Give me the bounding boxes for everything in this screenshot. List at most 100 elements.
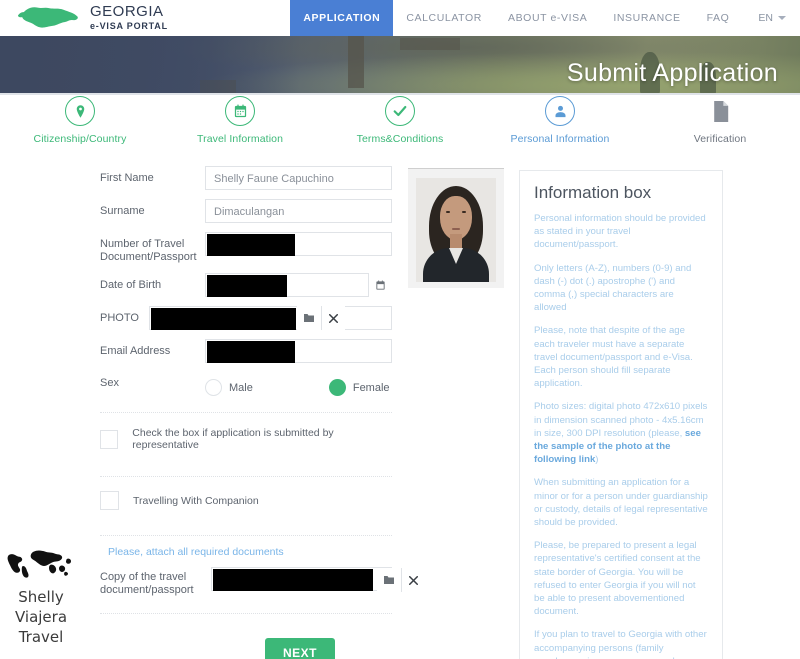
nav-item-insurance[interactable]: INSURANCE — [600, 0, 693, 36]
personal-information-form: First Name Shelly Faune Capuchino Surnam… — [100, 166, 426, 659]
chevron-down-icon — [778, 16, 786, 20]
nav-item-calculator[interactable]: CALCULATOR — [393, 0, 495, 36]
georgia-map-icon — [18, 7, 78, 28]
field-wrapper: Shelly Faune Capuchino — [205, 166, 392, 190]
nav-item-faq[interactable]: FAQ — [694, 0, 743, 36]
attachment-label: Copy of the travel document/passport — [100, 571, 194, 596]
step-label: Travel Information — [196, 133, 284, 145]
step-citizenship-country[interactable]: Citizenship/Country — [0, 96, 160, 158]
radio-female[interactable] — [328, 379, 346, 396]
photo-file-input[interactable] — [149, 306, 392, 330]
brand-title: GEORGIA — [90, 3, 164, 21]
hero-divider — [0, 93, 800, 95]
field-row-email: Email Address — [100, 339, 392, 363]
field-label: Sex — [100, 377, 119, 389]
checkbox-label: Check the box if application is submitte… — [132, 427, 334, 451]
field-row-surname: Surname Dimaculangan — [100, 199, 392, 223]
page-root: GEORGIA e-VISA PORTAL APPLICATION CALCUL… — [0, 0, 800, 659]
step-label: Terms&Conditions — [356, 133, 444, 145]
field-label: Date of Birth — [100, 279, 162, 291]
section-divider — [100, 535, 392, 536]
field-label: Surname — [100, 205, 145, 217]
map-pin-icon — [65, 96, 95, 126]
photo-paragraph-prefix: Photo sizes: digital photo 472x610 pixel… — [534, 401, 708, 439]
checkbox-companion[interactable] — [100, 491, 119, 510]
info-paragraph: Only letters (A-Z), numbers (0-9) and da… — [534, 262, 692, 314]
surname-input[interactable]: Dimaculangan — [205, 199, 392, 223]
checkbox-row-representative[interactable]: Check the box if application is submitte… — [100, 413, 392, 464]
radio-label-female: Female — [352, 381, 390, 394]
field-row-date-of-birth: Date of Birth — [100, 273, 392, 297]
clear-icon[interactable] — [321, 306, 345, 330]
watermark-line-2: Viajera — [14, 608, 68, 626]
nav-item-application[interactable]: APPLICATION — [290, 0, 394, 36]
language-selector[interactable]: EN — [742, 0, 800, 36]
step-personal-information[interactable]: Personal Information — [480, 96, 640, 158]
folder-icon[interactable] — [377, 568, 402, 592]
field-label: PHOTO — [100, 312, 139, 324]
email-input[interactable] — [205, 339, 392, 363]
nav-item-about-evisa[interactable]: ABOUT e-VISA — [495, 0, 600, 36]
information-box-title: Information box — [534, 183, 652, 202]
step-label: Personal Information — [510, 133, 610, 145]
redaction-bar — [207, 275, 287, 297]
checkbox-row-companion[interactable]: Travelling With Companion — [100, 477, 392, 523]
check-icon — [385, 96, 415, 126]
checkbox-representative[interactable] — [100, 429, 119, 449]
step-verification[interactable]: Verification — [640, 96, 800, 158]
step-label: Verification — [693, 133, 747, 145]
redaction-bar — [151, 308, 296, 330]
hero-tower-decor — [400, 38, 460, 50]
folder-icon[interactable] — [297, 306, 321, 330]
passport-number-input[interactable] — [205, 232, 392, 256]
field-label: Number of Travel Document/Passport — [100, 238, 197, 263]
language-label: EN — [758, 12, 773, 24]
field-wrapper — [149, 306, 392, 330]
first-name-input[interactable]: Shelly Faune Capuchino — [205, 166, 392, 190]
hero-banner: Submit Application — [0, 36, 800, 94]
next-button[interactable]: NEXT — [265, 638, 335, 659]
clear-icon[interactable] — [401, 568, 426, 592]
step-terms-conditions[interactable]: Terms&Conditions — [320, 96, 480, 158]
info-paragraph: When submitting an application for a min… — [534, 477, 708, 529]
brand-text: GEORGIA e-VISA PORTAL — [90, 4, 168, 31]
info-paragraph: Personal information should be provided … — [534, 213, 706, 251]
page-title: Submit Application — [566, 59, 778, 87]
top-navigation-bar: GEORGIA e-VISA PORTAL APPLICATION CALCUL… — [0, 0, 800, 36]
field-row-photo: PHOTO — [100, 306, 392, 330]
section-divider — [100, 613, 392, 614]
radio-male[interactable] — [205, 379, 222, 396]
hero-overlay — [0, 36, 300, 94]
information-box: Information box Personal information sho… — [519, 170, 723, 659]
field-wrapper — [205, 339, 392, 363]
calendar-icon[interactable] — [368, 273, 392, 297]
progress-stepper: Citizenship/Country Travel Information T… — [0, 96, 800, 158]
passport-copy-file-input[interactable] — [211, 567, 426, 592]
watermark-line-3: Travel — [18, 628, 64, 646]
world-map-icon — [7, 550, 71, 578]
field-wrapper: Dimaculangan — [205, 199, 392, 223]
hero-tower-decor — [348, 36, 364, 88]
applicant-photo-image — [416, 178, 496, 282]
calendar-icon — [225, 96, 255, 126]
redaction-bar — [213, 569, 374, 591]
step-travel-information[interactable]: Travel Information — [160, 96, 320, 158]
attachment-row-passport-copy: Copy of the travel document/passport — [100, 567, 426, 597]
step-label: Citizenship/Country — [33, 133, 127, 145]
brand-logo[interactable]: GEORGIA e-VISA PORTAL — [0, 3, 168, 33]
photo-mouth — [452, 228, 460, 230]
watermark-line-1: Shelly — [18, 588, 64, 606]
info-paragraph: Please, note that despite of the age eac… — [534, 325, 693, 390]
applicant-photo-preview — [408, 168, 504, 288]
field-wrapper — [205, 232, 392, 256]
info-paragraph-photo-sizes: Photo sizes: digital photo 472x610 pixel… — [534, 400, 708, 466]
sex-radio-group: Male Female — [205, 379, 392, 396]
photo-eye — [446, 211, 450, 213]
document-icon — [705, 96, 735, 126]
photo-eye — [462, 211, 466, 213]
field-label: First Name — [100, 172, 154, 184]
photo-paragraph-suffix: ) — [595, 454, 599, 466]
date-of-birth-input[interactable] — [205, 273, 392, 297]
redaction-bar — [207, 234, 295, 256]
radio-label-male: Male — [229, 381, 253, 394]
